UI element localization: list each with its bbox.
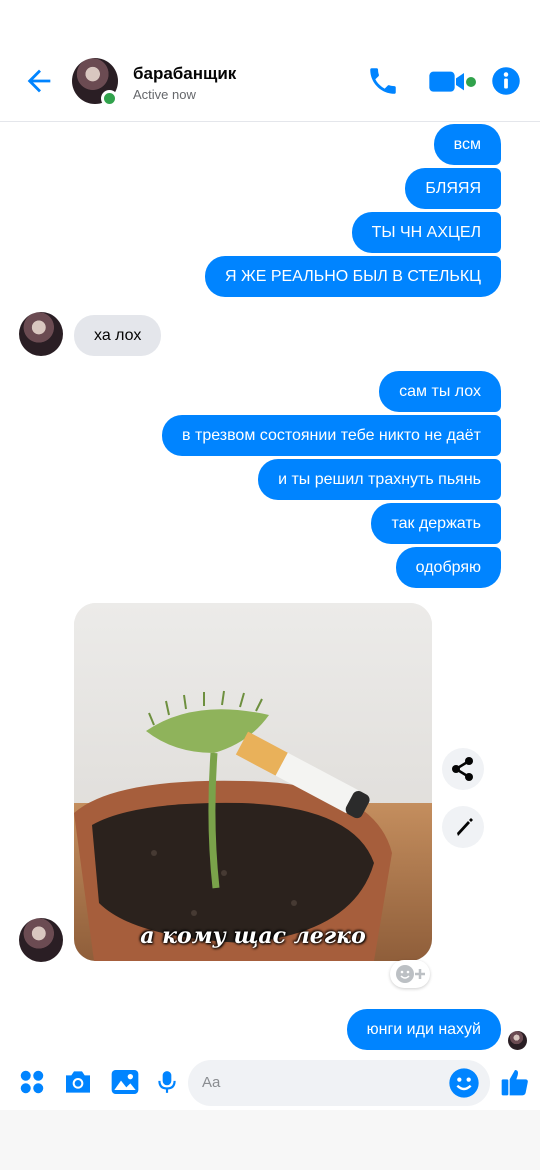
outgoing-message[interactable]: БЛЯЯЯ: [405, 168, 501, 209]
conversation-header: барабанщик Active now: [0, 0, 540, 122]
add-reaction-button[interactable]: [390, 960, 430, 988]
camera-icon[interactable]: [62, 1066, 94, 1098]
add-reaction-icon: [396, 965, 425, 983]
back-arrow-icon[interactable]: [22, 64, 56, 98]
outgoing-message[interactable]: одобряю: [395, 547, 501, 588]
outgoing-message[interactable]: так держать: [371, 503, 501, 544]
meme-image: [74, 603, 432, 961]
incoming-message[interactable]: ха лох: [74, 315, 162, 356]
sender-avatar[interactable]: [19, 918, 63, 962]
thumbs-up-icon[interactable]: [498, 1066, 532, 1098]
phone-icon[interactable]: [366, 64, 400, 98]
bottom-area: [0, 1110, 540, 1170]
outgoing-message[interactable]: юнги иди нахуй: [346, 1009, 501, 1050]
video-active-dot: [466, 77, 476, 87]
online-indicator: [101, 90, 118, 107]
outgoing-message[interactable]: и ты решил трахнуть пьянь: [258, 459, 501, 500]
outgoing-message[interactable]: всм: [433, 124, 501, 165]
apps-grid-icon[interactable]: [17, 1066, 47, 1098]
microphone-icon[interactable]: [154, 1066, 180, 1098]
edit-pencil-icon: [457, 818, 473, 836]
info-icon[interactable]: [491, 64, 521, 98]
share-button[interactable]: [442, 748, 484, 790]
image-caption: а кому щас легко: [140, 923, 366, 949]
video-camera-icon[interactable]: [428, 64, 468, 98]
outgoing-message[interactable]: сам ты лох: [379, 371, 501, 412]
seen-avatar: [508, 1031, 527, 1050]
outgoing-message[interactable]: Я ЖЕ РЕАЛЬНО БЫЛ В СТЕЛЬКЦ: [204, 256, 501, 297]
emoji-icon[interactable]: [448, 1067, 480, 1099]
share-icon: [452, 757, 473, 781]
image-icon[interactable]: [109, 1066, 141, 1098]
edit-button[interactable]: [442, 806, 484, 848]
outgoing-message[interactable]: ТЫ ЧН АХЦЕЛ: [351, 212, 501, 253]
message-input-placeholder: Aa: [202, 1074, 221, 1091]
outgoing-message[interactable]: в трезвом состоянии тебе никто не даёт: [162, 415, 501, 456]
sender-avatar[interactable]: [19, 312, 63, 356]
contact-status: Active now: [133, 87, 196, 102]
message-composer: Aa: [0, 1054, 540, 1110]
image-message[interactable]: а кому щас легко: [74, 603, 432, 961]
message-input[interactable]: Aa: [188, 1060, 490, 1106]
contact-name[interactable]: барабанщик: [133, 64, 236, 84]
